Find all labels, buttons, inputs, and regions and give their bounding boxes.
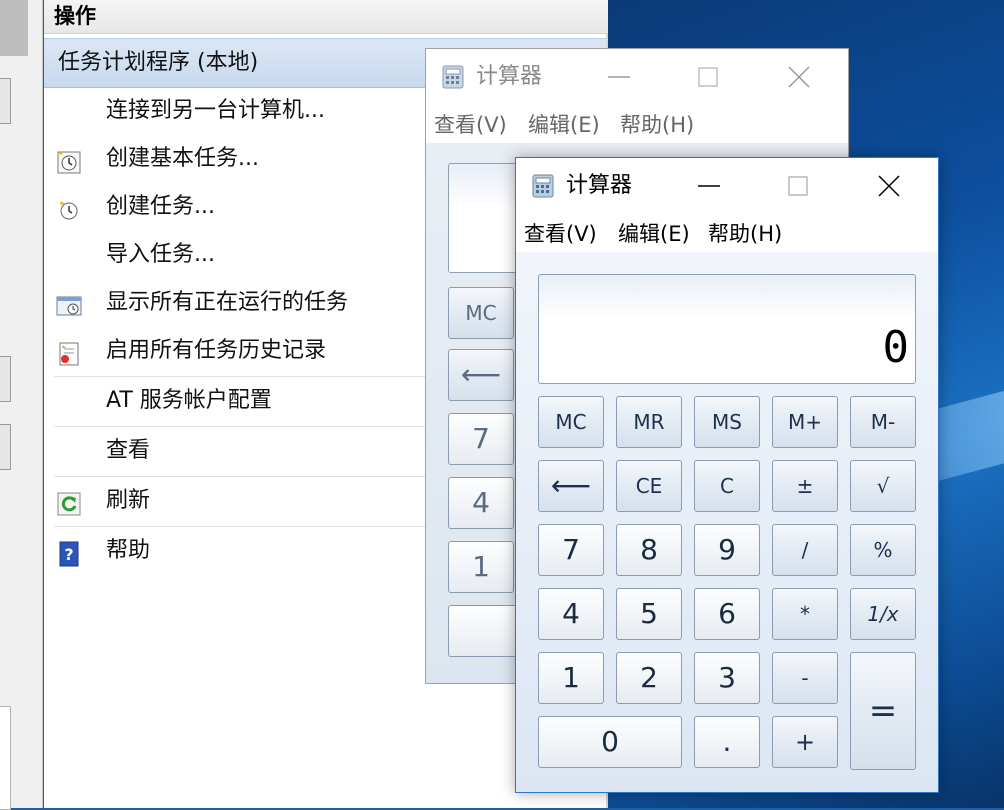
key-4[interactable]: 4 — [538, 588, 604, 640]
task-history-icon — [56, 338, 82, 366]
maximize-button[interactable] — [754, 158, 844, 214]
maximize-button[interactable] — [664, 49, 754, 105]
action-label: 连接到另一台计算机... — [106, 98, 325, 123]
minimize-icon — [608, 76, 630, 78]
action-label: 创建基本任务... — [106, 146, 259, 171]
close-button[interactable] — [754, 49, 844, 105]
key-divide[interactable]: / — [772, 524, 838, 576]
calculator-app-icon — [532, 174, 554, 198]
refresh-icon — [56, 488, 82, 516]
left-pane-edge — [0, 0, 43, 810]
close-icon — [878, 175, 900, 197]
action-label: 导入任务... — [106, 242, 215, 267]
action-label: 创建任务... — [106, 194, 215, 219]
key-2[interactable]: 2 — [616, 652, 682, 704]
actions-header: 操作 — [44, 0, 608, 34]
key-0[interactable]: 0 — [538, 716, 682, 768]
key-1[interactable]: 1 — [448, 541, 514, 593]
key-subtract[interactable]: - — [772, 652, 838, 704]
key-backspace[interactable]: ⟵ — [448, 349, 514, 401]
key-mc[interactable]: MC — [448, 287, 514, 339]
key-sqrt[interactable]: √ — [850, 460, 916, 512]
key-m-minus[interactable]: M- — [850, 396, 916, 448]
key-mr[interactable]: MR — [616, 396, 682, 448]
close-icon — [788, 66, 810, 88]
menu-help[interactable]: 帮助(H) — [620, 109, 694, 139]
menu-view[interactable]: 查看(V) — [434, 109, 507, 139]
key-6[interactable]: 6 — [694, 588, 760, 640]
key-3[interactable]: 3 — [694, 652, 760, 704]
menu-bar: 查看(V) 编辑(E) 帮助(H) — [516, 214, 938, 252]
svg-text:?: ? — [64, 545, 73, 564]
left-pane-block — [0, 0, 28, 56]
key-ms[interactable]: MS — [694, 396, 760, 448]
left-pane-button[interactable] — [0, 356, 11, 402]
key-reciprocal[interactable]: 1/x — [850, 588, 916, 640]
key-7[interactable]: 7 — [538, 524, 604, 576]
create-task-icon — [56, 194, 82, 220]
close-button[interactable] — [844, 158, 934, 214]
key-backspace[interactable]: ⟵ — [538, 460, 604, 512]
maximize-icon — [788, 176, 808, 196]
left-pane-button[interactable] — [0, 424, 11, 470]
window-title: 计算器 — [566, 173, 633, 198]
key-1[interactable]: 1 — [538, 652, 604, 704]
menu-edit[interactable]: 编辑(E) — [618, 218, 690, 248]
key-add[interactable]: + — [772, 716, 838, 768]
help-icon: ? — [56, 538, 82, 567]
running-tasks-icon — [56, 290, 82, 316]
action-label: AT 服务帐户配置 — [106, 388, 272, 413]
key-5[interactable]: 5 — [616, 588, 682, 640]
key-negate[interactable]: ± — [772, 460, 838, 512]
window-title: 计算器 — [476, 64, 543, 89]
create-basic-task-icon — [56, 146, 82, 174]
menu-view[interactable]: 查看(V) — [524, 218, 597, 248]
minimize-button[interactable] — [664, 158, 754, 214]
key-mc[interactable]: MC — [538, 396, 604, 448]
action-label: 帮助 — [106, 538, 151, 563]
key-m-plus[interactable]: M+ — [772, 396, 838, 448]
title-bar[interactable]: 计算器 — [516, 158, 938, 214]
menu-help[interactable]: 帮助(H) — [708, 218, 782, 248]
display-value: 0 — [882, 322, 910, 373]
key-decimal[interactable]: . — [694, 716, 760, 768]
calculator-body: 0 MC MR MS M+ M- ⟵ CE C ± √ 7 8 9 / % 4 … — [516, 252, 938, 792]
calculator-display: 0 — [538, 274, 916, 384]
action-label: 启用所有任务历史记录 — [106, 338, 327, 363]
left-pane-panel — [0, 706, 11, 810]
key-9[interactable]: 9 — [694, 524, 760, 576]
key-c[interactable]: C — [694, 460, 760, 512]
calculator-app-icon — [442, 65, 464, 89]
maximize-icon — [698, 67, 718, 87]
menu-bar: 查看(V) 编辑(E) 帮助(H) — [426, 105, 848, 143]
menu-edit[interactable]: 编辑(E) — [528, 109, 600, 139]
minimize-button[interactable] — [574, 49, 664, 105]
action-label: 显示所有正在运行的任务 — [106, 290, 349, 315]
action-label: 刷新 — [106, 488, 151, 513]
key-multiply[interactable]: * — [772, 588, 838, 640]
minimize-icon — [698, 185, 720, 187]
title-bar[interactable]: 计算器 — [426, 49, 848, 105]
key-7[interactable]: 7 — [448, 413, 514, 465]
left-pane-button[interactable] — [0, 78, 11, 124]
key-4[interactable]: 4 — [448, 477, 514, 529]
action-label: 查看 — [106, 438, 151, 463]
key-ce[interactable]: CE — [616, 460, 682, 512]
calculator-window[interactable]: 计算器 查看(V) 编辑(E) 帮助(H) 0 MC MR MS M+ M- ⟵… — [515, 157, 939, 793]
key-8[interactable]: 8 — [616, 524, 682, 576]
key-percent[interactable]: % — [850, 524, 916, 576]
key-equals[interactable]: = — [850, 652, 916, 770]
